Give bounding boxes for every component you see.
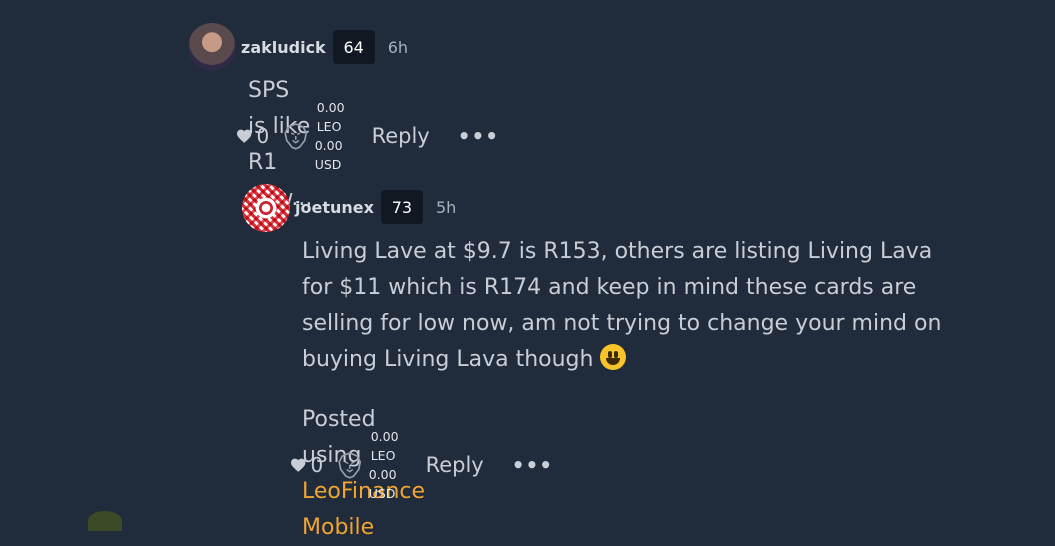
author-line: zakludick 64 6h <box>241 30 408 64</box>
avatar[interactable] <box>242 184 290 232</box>
reply-button[interactable]: Reply <box>372 124 430 148</box>
timestamp[interactable]: 6h <box>388 38 408 57</box>
reputation-badge: 73 <box>380 190 423 224</box>
heart-icon[interactable] <box>236 126 252 146</box>
payout-usd: 0.00 USD <box>368 467 397 501</box>
comment-actions: 0 0.00 LEO 0.00 USD Reply ••• <box>236 100 499 172</box>
leo-lion-icon <box>338 452 362 479</box>
author-line: joetunex 73 5h <box>295 190 456 224</box>
reply-button[interactable]: Reply <box>426 453 484 477</box>
leo-lion-icon <box>284 123 308 150</box>
payout[interactable]: 0.00 LEO 0.00 USD <box>315 98 359 174</box>
username[interactable]: zakludick <box>241 38 326 57</box>
like-count: 0 <box>256 124 270 148</box>
username[interactable]: joetunex <box>295 198 374 217</box>
payout-leo: 0.00 LEO <box>370 429 399 463</box>
next-comment-avatar <box>88 511 122 531</box>
avatar[interactable] <box>188 23 236 71</box>
like-count: 0 <box>310 453 324 477</box>
more-icon[interactable]: ••• <box>458 124 499 148</box>
reputation-badge: 64 <box>332 30 375 64</box>
payout-leo: 0.00 LEO <box>316 100 345 134</box>
heart-icon[interactable] <box>290 455 306 475</box>
grinning-emoji <box>600 344 627 370</box>
more-icon[interactable]: ••• <box>512 453 553 477</box>
comment-body: Living Lave at $9.7 is R153, others are … <box>302 234 952 378</box>
payout[interactable]: 0.00 LEO 0.00 USD <box>369 427 413 503</box>
comment-actions: 0 0.00 LEO 0.00 USD Reply ••• <box>290 429 553 501</box>
timestamp[interactable]: 5h <box>436 198 456 217</box>
payout-usd: 0.00 USD <box>314 138 343 172</box>
